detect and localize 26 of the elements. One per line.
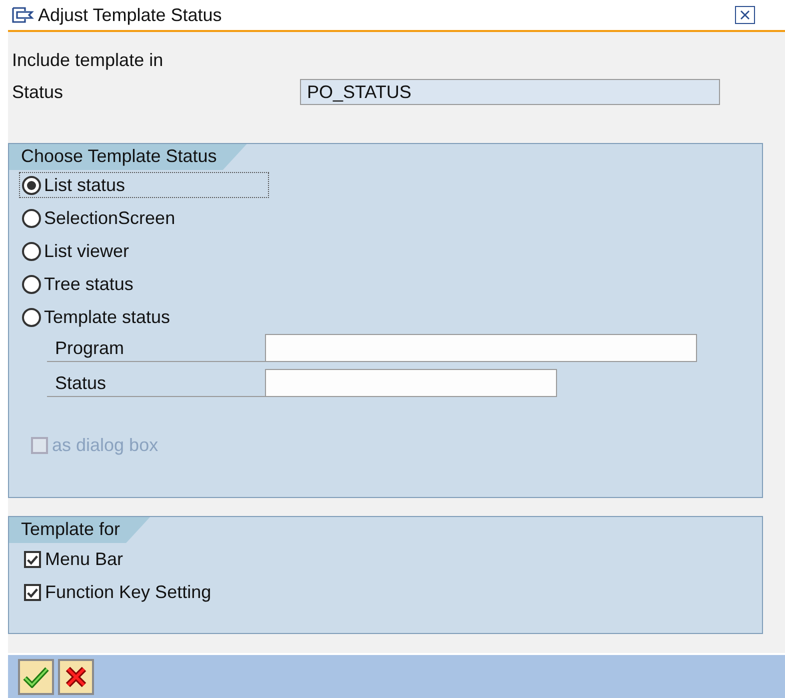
field-label: Status xyxy=(47,373,265,397)
section-label: Include template in xyxy=(12,50,164,71)
radio-option[interactable]: SelectionScreen xyxy=(19,205,269,231)
field-label: Status xyxy=(12,82,64,102)
confirm-button[interactable] xyxy=(18,658,54,694)
checkmark-icon xyxy=(23,666,49,688)
checkbox-option[interactable]: Menu Bar xyxy=(24,549,124,570)
window-title: Adjust Template Status xyxy=(38,4,223,26)
field-label: Program xyxy=(47,338,265,362)
cross-icon xyxy=(65,666,87,688)
radio-option[interactable]: Template status xyxy=(19,304,269,330)
status-field: PO_STATUS xyxy=(300,79,720,105)
close-button[interactable] xyxy=(735,6,755,24)
radio-option[interactable]: List viewer xyxy=(19,238,269,264)
group-title: Choose Template Status xyxy=(9,144,247,170)
radio-option[interactable]: Tree status xyxy=(19,271,269,297)
checkbox-option[interactable]: Function Key Setting xyxy=(24,582,212,603)
input-field[interactable] xyxy=(265,334,697,362)
dialog-icon xyxy=(12,7,34,23)
cancel-button[interactable] xyxy=(58,658,94,694)
group-title: Template for xyxy=(9,517,150,543)
close-icon xyxy=(739,9,751,21)
check-icon xyxy=(26,586,39,598)
check-icon xyxy=(26,554,39,566)
input-field[interactable] xyxy=(265,369,557,397)
radio-option[interactable]: List status xyxy=(19,172,269,198)
